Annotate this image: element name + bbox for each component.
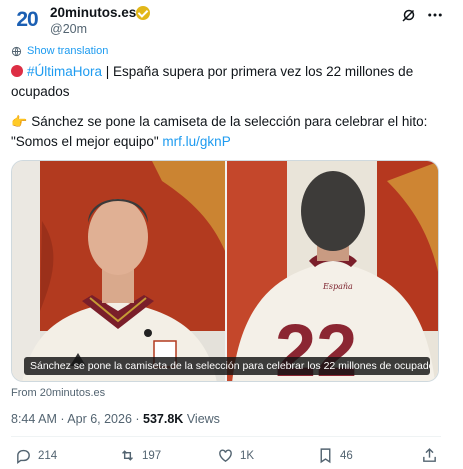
back-view-image: España 22 <box>227 161 438 381</box>
repost-count: 197 <box>142 449 162 462</box>
account-handle[interactable]: @20m <box>50 22 87 36</box>
tweet-header: 20 20minutos.es @20m <box>11 4 451 36</box>
bookmark-icon <box>320 448 331 464</box>
show-translation-label[interactable]: Show translation <box>27 45 108 57</box>
like-icon <box>219 449 232 463</box>
more-icon[interactable] <box>426 6 444 24</box>
pointing-hand-emoji: 👉 <box>11 114 28 129</box>
views-label: Views <box>183 412 220 426</box>
short-link[interactable]: mrf.lu/gknP <box>162 134 230 149</box>
bookmark-count: 46 <box>340 449 353 462</box>
video-frame-back: España 22 <box>227 161 438 381</box>
like-count: 1K <box>240 449 255 462</box>
views-count: 537.8K <box>143 412 184 426</box>
reply-button[interactable]: 214 <box>15 447 57 464</box>
source-label[interactable]: From 20minutos.es <box>11 387 105 399</box>
bookmark-button[interactable]: 46 <box>317 447 353 464</box>
tweet-meta: 8:44 AM · Apr 6, 2026 · 537.8K Views <box>11 412 220 426</box>
tweet-text: #ÚltimaHora | España supera por primera … <box>11 62 441 152</box>
divider <box>11 436 441 437</box>
tweet-paragraph-2: 👉 Sánchez se pone la camiseta de la selec… <box>11 112 441 152</box>
globe-icon <box>11 46 22 56</box>
account-name[interactable]: 20minutos.es <box>50 5 136 20</box>
hashtag-link[interactable]: #ÚltimaHora <box>27 64 102 79</box>
reply-count: 214 <box>38 449 58 462</box>
avatar[interactable]: 20 <box>11 4 43 36</box>
timestamp[interactable]: 8:44 AM · Apr 6, 2026 · <box>11 412 143 426</box>
jersey-text: España <box>322 282 353 291</box>
red-circle-emoji <box>11 65 23 77</box>
video-media[interactable]: España 22 Sánchez se pone la camiseta de… <box>11 160 439 382</box>
front-view-image <box>12 161 225 381</box>
action-bar: 214 197 1K 46 <box>11 447 441 467</box>
share-icon <box>423 448 436 462</box>
repost-button[interactable]: 197 <box>119 447 161 464</box>
repost-icon <box>122 450 133 461</box>
verified-badge-icon[interactable] <box>136 6 150 20</box>
grok-icon[interactable] <box>400 6 418 24</box>
show-translation-link[interactable]: Show translation <box>11 45 108 57</box>
reply-icon <box>17 449 30 464</box>
share-button[interactable] <box>421 447 438 464</box>
video-frame-front <box>12 161 225 381</box>
tweet-paragraph-1: #ÚltimaHora | España supera por primera … <box>11 62 441 102</box>
like-button[interactable]: 1K <box>217 447 254 464</box>
video-caption: Sánchez se pone la camiseta de la selecc… <box>24 357 430 375</box>
